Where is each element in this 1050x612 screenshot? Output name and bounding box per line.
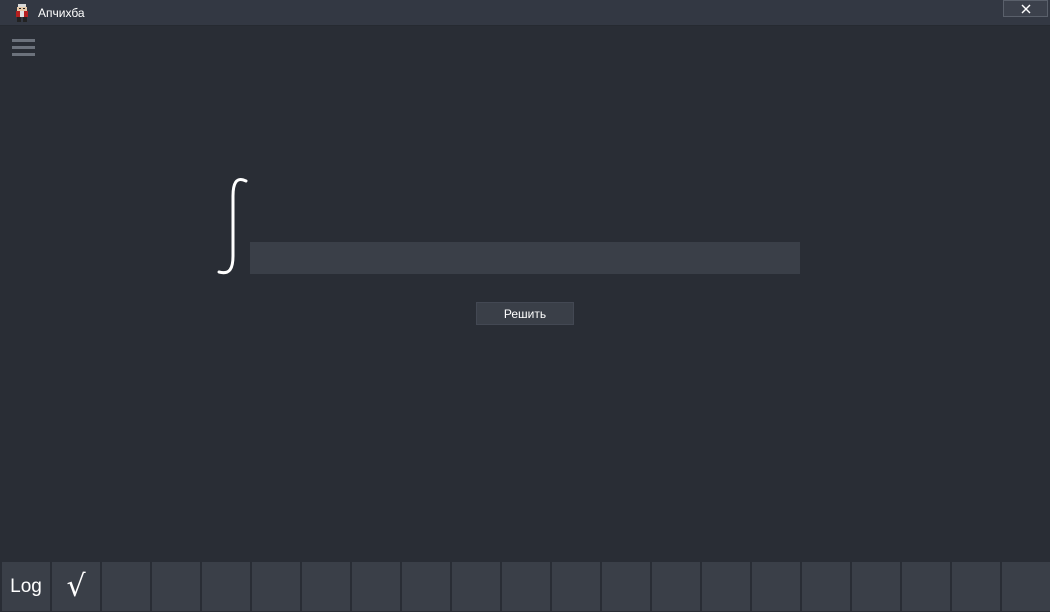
keypad-key[interactable] bbox=[202, 562, 250, 611]
keypad-key[interactable] bbox=[252, 562, 300, 611]
keypad-key[interactable] bbox=[952, 562, 1000, 611]
title-bar: Апчихба bbox=[0, 0, 1050, 26]
keypad-key[interactable] bbox=[702, 562, 750, 611]
keypad-key[interactable] bbox=[802, 562, 850, 611]
app-window: Апчихба Решить Log √ bbox=[0, 0, 1050, 612]
keypad-key[interactable] bbox=[852, 562, 900, 611]
app-logo-icon bbox=[16, 4, 28, 22]
sqrt-key[interactable]: √ bbox=[52, 562, 100, 611]
menu-bar-line bbox=[12, 53, 35, 56]
keypad-key[interactable] bbox=[752, 562, 800, 611]
menu-bar-line bbox=[12, 46, 35, 49]
keypad-key[interactable] bbox=[1002, 562, 1050, 611]
keypad-key[interactable] bbox=[152, 562, 200, 611]
hamburger-menu-icon[interactable] bbox=[12, 39, 35, 57]
keypad-key[interactable] bbox=[602, 562, 650, 611]
log-key[interactable]: Log bbox=[2, 562, 50, 611]
keypad-key[interactable] bbox=[452, 562, 500, 611]
function-keypad: Log √ bbox=[0, 562, 1050, 612]
keypad-key[interactable] bbox=[302, 562, 350, 611]
solve-button[interactable]: Решить bbox=[476, 302, 574, 325]
keypad-key[interactable] bbox=[352, 562, 400, 611]
keypad-key[interactable] bbox=[102, 562, 150, 611]
keypad-key[interactable] bbox=[652, 562, 700, 611]
close-button[interactable] bbox=[1003, 0, 1048, 17]
keypad-key[interactable] bbox=[502, 562, 550, 611]
window-title: Апчихба bbox=[38, 6, 85, 20]
menu-bar-line bbox=[12, 39, 35, 42]
integral-expression-input[interactable] bbox=[250, 242, 800, 274]
keypad-key[interactable] bbox=[552, 562, 600, 611]
integral-symbol bbox=[217, 178, 248, 275]
keypad-key[interactable] bbox=[402, 562, 450, 611]
keypad-key[interactable] bbox=[902, 562, 950, 611]
close-icon bbox=[1021, 4, 1030, 13]
